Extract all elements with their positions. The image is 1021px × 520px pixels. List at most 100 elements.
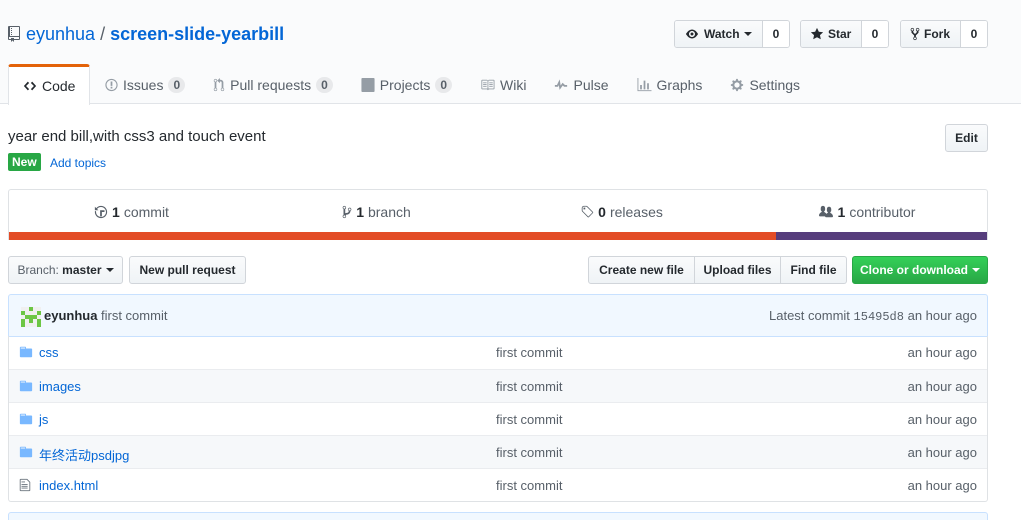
issue-icon <box>105 78 118 91</box>
commits-summary[interactable]: 1 commit <box>9 190 254 233</box>
watch-button[interactable]: Watch <box>675 21 763 47</box>
folder-icon <box>19 445 33 462</box>
folder-icon <box>19 412 33 429</box>
file-commit-message-link[interactable]: first commit <box>496 379 562 394</box>
commit-sha-link[interactable]: 15495d8 <box>854 310 904 324</box>
tab-graphs-label: Graphs <box>656 76 703 93</box>
tab-graphs[interactable]: Graphs <box>622 64 716 104</box>
releases-count: 0 <box>598 203 606 220</box>
book-icon <box>481 79 495 90</box>
eye-icon <box>686 29 698 39</box>
new-pull-request-button[interactable]: New pull request <box>129 256 246 284</box>
file-name-link[interactable]: js <box>39 412 48 427</box>
commit-author-link[interactable]: eyunhua <box>44 308 97 323</box>
file-commit-message-link[interactable]: first commit <box>496 478 562 493</box>
contributors-summary[interactable]: 1 contributor <box>744 190 989 233</box>
tab-settings[interactable]: Settings <box>715 64 813 104</box>
clone-label: Clone or download <box>860 263 968 277</box>
releases-summary[interactable]: 0 releases <box>499 190 744 233</box>
repo-nav: Code Issues 0 Pull requests 0 Projects 0… <box>8 64 813 105</box>
tab-settings-label: Settings <box>749 76 801 93</box>
file-name-link[interactable]: index.html <box>39 478 98 493</box>
star-count[interactable]: 0 <box>862 21 888 47</box>
tag-icon <box>581 205 594 217</box>
commit-message-link[interactable]: first commit <box>101 308 167 323</box>
branches-label: branch <box>367 203 411 220</box>
folder-icon <box>19 345 33 362</box>
file-age: an hour ago <box>907 412 977 427</box>
pulse-icon <box>555 78 568 90</box>
tab-pull-requests-label: Pull requests <box>230 76 312 93</box>
chevron-down-icon <box>972 268 980 272</box>
add-topics-link[interactable]: Add topics <box>50 156 106 170</box>
clone-or-download-button[interactable]: Clone or download <box>852 256 988 284</box>
tab-wiki[interactable]: Wiki <box>465 64 539 104</box>
fork-count[interactable]: 0 <box>961 21 987 47</box>
branch-name: master <box>62 263 102 277</box>
repo-numbers-summary: 1 commit 1 branch 0 releases 1 contribut… <box>8 189 988 240</box>
file-name-link[interactable]: images <box>39 379 81 394</box>
commits-label: commit <box>123 203 169 220</box>
graph-icon <box>637 77 652 91</box>
tab-pull-requests[interactable]: Pull requests 0 <box>198 64 346 104</box>
branches-count: 1 <box>356 203 364 220</box>
contributors-count: 1 <box>837 203 846 220</box>
branch-prefix: Branch: <box>17 263 59 277</box>
tab-code[interactable]: Code <box>8 64 90 105</box>
find-file-button[interactable]: Find file <box>781 256 847 284</box>
commits-count: 1 <box>112 203 120 220</box>
pull-requests-counter: 0 <box>316 76 333 93</box>
table-row: js first commit an hour ago <box>9 402 987 435</box>
repo-owner-link[interactable]: eyunhua <box>26 24 95 45</box>
fork-button[interactable]: Fork <box>901 21 961 47</box>
avatar[interactable] <box>21 307 41 327</box>
tab-issues[interactable]: Issues 0 <box>90 64 198 104</box>
repo-name-link[interactable]: screen-slide-yearbill <box>110 24 284 45</box>
contributors-label: contributor <box>849 203 916 220</box>
create-new-file-button[interactable]: Create new file <box>588 256 695 284</box>
file-name-link[interactable]: 年终活动psdjpg <box>39 445 129 464</box>
file-icon <box>19 478 31 495</box>
new-topic-badge: New <box>8 153 41 171</box>
latest-commit-prefix: Latest commit <box>769 308 850 323</box>
fork-icon <box>910 27 920 41</box>
file-commit-message-link[interactable]: first commit <box>496 345 562 360</box>
tab-issues-label: Issues <box>123 76 164 93</box>
file-commit-message-link[interactable]: first commit <box>496 445 562 460</box>
language-bar[interactable] <box>9 232 987 240</box>
fork-action: Fork 0 <box>900 20 988 48</box>
tab-pulse[interactable]: Pulse <box>539 64 621 104</box>
file-age: an hour ago <box>907 445 977 460</box>
project-icon <box>361 77 375 92</box>
repo-path-separator: / <box>100 23 106 44</box>
repo-book-icon <box>8 26 20 42</box>
pull-request-icon <box>213 77 225 91</box>
chevron-down-icon <box>105 268 114 272</box>
tab-pulse-label: Pulse <box>573 76 609 93</box>
file-list: css first commit an hour ago images first co… <box>8 336 988 502</box>
latest-commit-info: Latest commit 15495d8 an hour ago <box>769 308 977 324</box>
file-commit-message-link[interactable]: first commit <box>496 412 562 427</box>
table-row: 年终活动psdjpg first commit an hour ago <box>9 435 987 468</box>
people-icon <box>818 205 833 217</box>
watch-count[interactable]: 0 <box>763 21 789 47</box>
file-name-link[interactable]: css <box>39 345 59 360</box>
star-button[interactable]: Star <box>801 21 862 47</box>
releases-label: releases <box>609 203 663 220</box>
watch-action: Watch 0 <box>674 20 790 48</box>
language-segment[interactable] <box>9 232 776 240</box>
repo-header: eyunhua / screen-slide-yearbill Watch 0 … <box>0 0 1021 105</box>
branch-select[interactable]: Branch: master <box>8 256 123 284</box>
language-segment[interactable] <box>775 232 987 240</box>
latest-commit-bar: eyunhua first commit Latest commit 15495… <box>8 294 988 337</box>
repo-description: year end bill,with css3 and touch event <box>8 128 266 145</box>
branches-summary[interactable]: 1 branch <box>254 190 499 233</box>
table-row: images first commit an hour ago <box>9 369 987 402</box>
branch-icon <box>342 205 352 218</box>
upload-files-button[interactable]: Upload files <box>695 256 781 284</box>
file-age: an hour ago <box>907 478 977 493</box>
table-row: css first commit an hour ago <box>9 336 987 369</box>
edit-description-button[interactable]: Edit <box>945 124 988 152</box>
tab-projects[interactable]: Projects 0 <box>346 64 465 104</box>
code-icon <box>23 81 37 91</box>
